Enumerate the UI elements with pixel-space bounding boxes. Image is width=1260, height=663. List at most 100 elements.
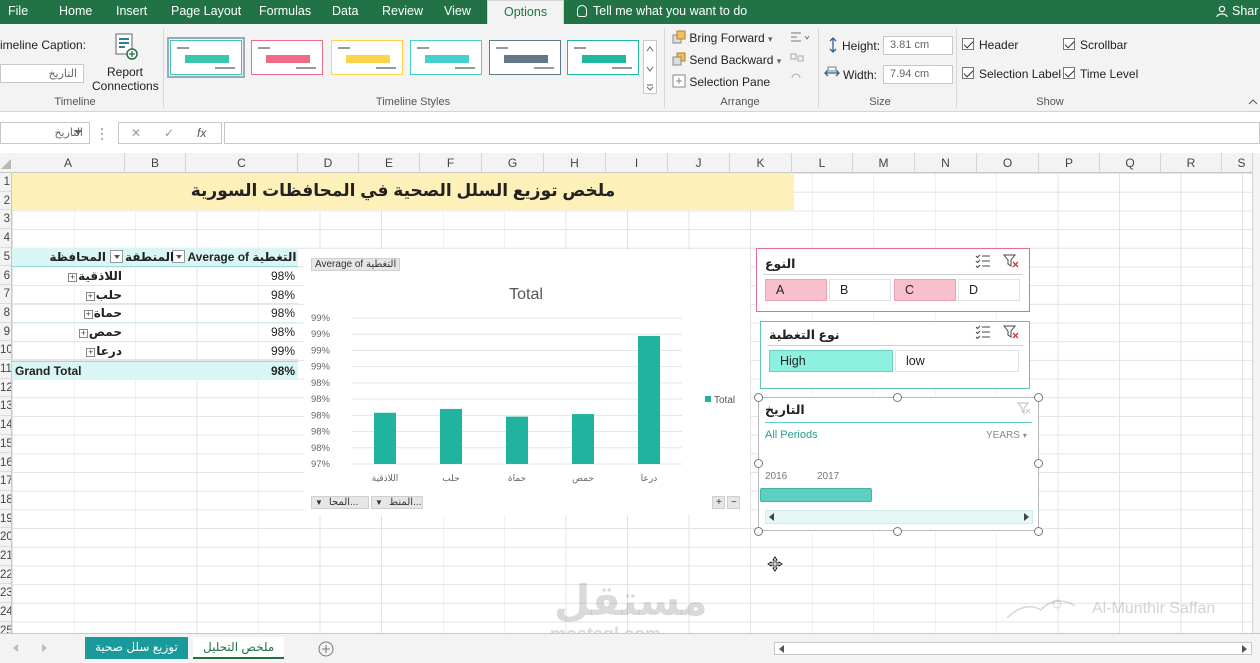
multi-select-icon[interactable]: [975, 325, 991, 339]
row-header-12[interactable]: 12: [0, 379, 11, 398]
selection-pane-button[interactable]: Selection Pane: [672, 74, 770, 92]
row-header-24[interactable]: 24: [0, 603, 11, 622]
clear-filter-icon[interactable]: [1017, 402, 1031, 414]
tab-page-layout[interactable]: Page Layout: [171, 0, 241, 24]
align-group-icons[interactable]: [788, 30, 810, 92]
row-header-5[interactable]: 5: [0, 248, 11, 267]
row-header-16[interactable]: 16: [0, 454, 11, 473]
scroll-right-icon[interactable]: [1241, 645, 1248, 653]
column-header-f[interactable]: F: [420, 153, 482, 173]
gallery-scroll[interactable]: [643, 40, 657, 94]
row-header-2[interactable]: 2: [0, 192, 11, 211]
tab-data[interactable]: Data: [332, 0, 358, 24]
tab-options[interactable]: Options: [487, 0, 565, 25]
slicer-coverage-item-high[interactable]: High: [769, 350, 893, 372]
column-header-o[interactable]: O: [977, 153, 1039, 173]
share-button[interactable]: Shar: [1216, 0, 1258, 24]
tab-formulas[interactable]: Formulas: [259, 0, 311, 24]
slicer-type[interactable]: النوع A B C D: [756, 248, 1030, 312]
resize-handle[interactable]: [1034, 527, 1043, 536]
slicer-type-item-d[interactable]: D: [958, 279, 1020, 301]
pivot-row-governorate[interactable]: + حماة: [12, 304, 122, 322]
row-header-3[interactable]: 3: [0, 210, 11, 230]
resize-handle[interactable]: [754, 393, 763, 402]
slicer-coverage[interactable]: نوع التغطية High low: [760, 321, 1030, 389]
column-header-n[interactable]: N: [915, 153, 977, 173]
scroll-right-icon[interactable]: [1022, 513, 1030, 521]
report-connections-button[interactable]: Report Connections: [92, 30, 159, 93]
tab-review[interactable]: Review: [382, 0, 423, 24]
pivot-row-governorate[interactable]: + درعا: [12, 342, 122, 360]
column-header-p[interactable]: P: [1039, 153, 1100, 173]
timeline-style-4[interactable]: [410, 40, 482, 75]
slicer-type-item-c[interactable]: C: [894, 279, 956, 301]
row-header-11[interactable]: 11: [0, 360, 11, 379]
row-header-22[interactable]: 22: [0, 566, 11, 585]
timeline-selected-range[interactable]: [760, 488, 872, 502]
timeline-date[interactable]: التاريخ All Periods YEARS ▾ 2016 2017: [758, 397, 1039, 531]
column-header-m[interactable]: M: [853, 153, 915, 173]
resize-handle[interactable]: [893, 527, 902, 536]
name-box-dropdown-icon[interactable]: [74, 130, 82, 136]
row-header-21[interactable]: 21: [0, 547, 11, 566]
expand-icon[interactable]: +: [85, 291, 95, 301]
timeline-level-dropdown[interactable]: YEARS ▾: [986, 430, 1027, 441]
formula-input[interactable]: [224, 122, 1260, 144]
send-backward-button[interactable]: Send Backward ▾: [672, 52, 781, 70]
row-header-19[interactable]: 19: [0, 510, 11, 529]
row-header-17[interactable]: 17: [0, 472, 11, 491]
column-header-l[interactable]: L: [792, 153, 853, 173]
scrollbar-checkbox[interactable]: [1063, 38, 1075, 50]
column-header-j[interactable]: J: [668, 153, 730, 173]
width-input[interactable]: 7.94 cm: [883, 65, 953, 84]
row-header-14[interactable]: 14: [0, 416, 11, 435]
horizontal-scrollbar[interactable]: [774, 642, 1252, 655]
height-input[interactable]: 3.81 cm: [883, 36, 953, 55]
collapse-ribbon-icon[interactable]: [1248, 98, 1258, 106]
select-all-icon[interactable]: [0, 158, 12, 170]
prev-sheet-icon[interactable]: [12, 644, 20, 652]
chart-axis-field-button-1[interactable]: ▼ المحا...: [311, 496, 369, 509]
tab-home[interactable]: Home: [59, 0, 92, 24]
column-header-d[interactable]: D: [298, 153, 359, 173]
row-header-15[interactable]: 15: [0, 435, 11, 454]
scroll-left-icon[interactable]: [768, 513, 776, 521]
column-header-k[interactable]: K: [730, 153, 792, 173]
multi-select-icon[interactable]: [975, 254, 991, 268]
column-header-i[interactable]: I: [606, 153, 668, 173]
tab-view[interactable]: View: [444, 0, 471, 24]
slicer-coverage-item-low[interactable]: low: [895, 350, 1019, 372]
sheet-tab-distribution[interactable]: توزيع سلل صحية: [85, 637, 188, 659]
row-header-20[interactable]: 20: [0, 528, 11, 547]
expand-icon[interactable]: +: [86, 347, 96, 357]
expand-icon[interactable]: +: [68, 273, 78, 282]
column-header-q[interactable]: Q: [1100, 153, 1161, 173]
timeline-style-6[interactable]: [567, 40, 639, 75]
row-header-4[interactable]: 4: [0, 229, 11, 248]
governorate-filter-button[interactable]: [110, 250, 123, 263]
selection-label-checkbox[interactable]: [962, 67, 974, 79]
slicer-type-item-b[interactable]: B: [829, 279, 891, 301]
row-header-8[interactable]: 8: [0, 304, 11, 323]
insert-function-icon[interactable]: fx: [197, 126, 206, 140]
chart-axis-field-button-2[interactable]: ▼ المنط...: [371, 496, 423, 509]
clear-filter-icon[interactable]: [1003, 254, 1019, 268]
expand-icon[interactable]: +: [83, 310, 93, 320]
timeline-caption-input[interactable]: التاريخ: [0, 64, 84, 83]
clear-filter-icon[interactable]: [1003, 325, 1019, 339]
resize-handle[interactable]: [893, 393, 902, 402]
resize-handle[interactable]: [754, 459, 763, 468]
row-header-13[interactable]: 13: [0, 397, 11, 417]
timeline-style-1[interactable]: [167, 37, 245, 78]
resize-handle[interactable]: [1034, 459, 1043, 468]
sheet-tab-summary[interactable]: ملخص التحليل: [193, 637, 285, 659]
add-sheet-icon[interactable]: [318, 641, 334, 657]
row-header-23[interactable]: 23: [0, 584, 11, 604]
timeline-scrollbar[interactable]: [765, 510, 1033, 524]
row-header-9[interactable]: 9: [0, 323, 11, 342]
row-header-7[interactable]: 7: [0, 285, 11, 304]
slicer-type-item-a[interactable]: A: [765, 279, 827, 301]
timeline-style-5[interactable]: [489, 40, 561, 75]
resize-handle[interactable]: [754, 527, 763, 536]
row-header-6[interactable]: 6: [0, 267, 11, 286]
